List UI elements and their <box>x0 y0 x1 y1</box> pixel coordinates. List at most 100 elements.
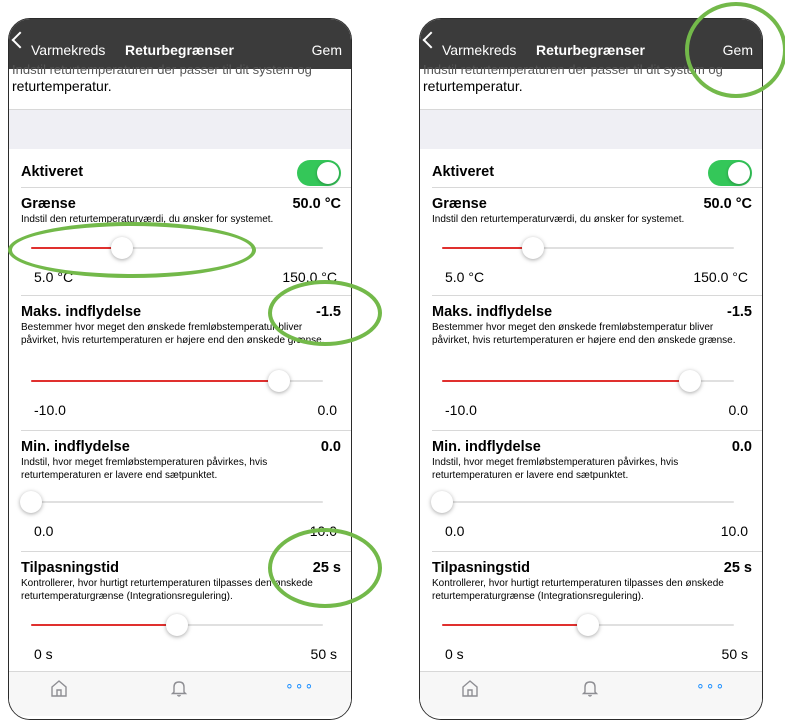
more-icon[interactable]: ∘∘∘ <box>696 677 725 694</box>
limit-max-label: 150.0 °C <box>693 269 748 285</box>
bell-icon[interactable] <box>169 678 189 703</box>
adapt-time-min-label: 0 s <box>34 646 53 662</box>
min-influence-title: Min. indflydelse <box>432 439 541 455</box>
adapt-time-slider[interactable] <box>31 614 323 636</box>
adapt-time-slider[interactable] <box>442 614 734 636</box>
slider-track <box>31 501 323 503</box>
min-influence-slider[interactable] <box>20 491 323 513</box>
settings-section: Aktiveret Grænse 50.0 °C Indstil den ret… <box>420 149 762 719</box>
adapt-time-title: Tilpasningstid <box>21 560 120 576</box>
slider-thumb[interactable] <box>110 237 133 259</box>
adapt-time-value: 25 s <box>723 560 752 576</box>
intro-clipped-text: Indstil returtemperaturen der passer til… <box>12 62 312 77</box>
slider-thumb[interactable] <box>431 491 453 513</box>
divider <box>21 295 351 296</box>
limit-title: Grænse <box>432 196 487 212</box>
max-influence-value: -1.5 <box>727 304 752 320</box>
max-influence-description: Bestemmer hvor meget den ønskede fremløb… <box>21 322 325 346</box>
limit-min-label: 5.0 °C <box>34 269 74 285</box>
intro-text-block: Indstil returtemperaturen der passer til… <box>420 62 762 109</box>
min-influence-description: Indstil, hvor meget fremløbstemperaturen… <box>21 457 268 481</box>
adapt-time-title: Tilpasningstid <box>432 560 531 576</box>
page-title: Returbegrænser <box>125 42 234 58</box>
max-influence-title: Maks. indflydelse <box>432 304 553 320</box>
home-icon[interactable] <box>460 678 480 703</box>
enabled-toggle[interactable] <box>297 160 341 186</box>
min-influence-value: 0.0 <box>320 439 341 455</box>
max-influence-min-label: -10.0 <box>445 402 477 418</box>
slider-thumb[interactable] <box>521 237 544 259</box>
min-influence-value: 0.0 <box>731 439 752 455</box>
intro-text-block: Indstil returtemperaturen der passer til… <box>9 62 351 109</box>
max-influence-description: Bestemmer hvor meget den ønskede fremløb… <box>432 322 736 346</box>
max-influence-max-label: 0.0 <box>728 402 748 418</box>
save-button[interactable]: Gem <box>723 42 753 58</box>
divider <box>432 295 762 296</box>
slider-fill <box>442 247 533 249</box>
min-influence-min-label: 0.0 <box>445 523 465 539</box>
intro-clipped-text: Indstil returtemperaturen der passer til… <box>423 62 723 77</box>
slider-thumb[interactable] <box>268 370 291 392</box>
adapt-time-max-label: 50 s <box>310 646 337 662</box>
toggle-knob <box>728 162 750 184</box>
chevron-left-icon[interactable] <box>422 31 440 49</box>
slider-fill <box>31 247 122 249</box>
intro-text: returtemperatur. <box>423 78 523 94</box>
slider-fill <box>442 624 588 626</box>
slider-track <box>442 501 734 503</box>
divider <box>432 551 762 552</box>
min-influence-min-label: 0.0 <box>34 523 54 539</box>
tab-bar: ∘∘∘ <box>420 671 762 716</box>
settings-section: Aktiveret Grænse 50.0 °C Indstil den ret… <box>9 149 351 719</box>
adapt-time-description: Kontrollerer, hvor hurtigt returtemperat… <box>432 578 724 602</box>
slider-fill <box>442 380 691 382</box>
limit-value: 50.0 °C <box>703 196 752 212</box>
slider-fill <box>31 624 177 626</box>
divider <box>21 187 351 188</box>
slider-thumb[interactable] <box>20 491 42 513</box>
divider <box>21 430 351 431</box>
max-influence-slider[interactable] <box>31 370 323 392</box>
min-influence-slider[interactable] <box>431 491 734 513</box>
max-influence-title: Maks. indflydelse <box>21 304 142 320</box>
limit-slider[interactable] <box>31 237 323 259</box>
slider-thumb[interactable] <box>166 614 188 636</box>
min-influence-description: Indstil, hvor meget fremløbstemperaturen… <box>432 457 679 481</box>
section-separator <box>420 109 762 150</box>
limit-description: Indstil den returtemperaturværdi, du øns… <box>432 214 685 225</box>
max-influence-max-label: 0.0 <box>317 402 337 418</box>
phone-screen-left: Varmekreds Returbegrænser Gem Indstil re… <box>8 18 352 720</box>
max-influence-value: -1.5 <box>316 304 341 320</box>
limit-slider[interactable] <box>442 237 734 259</box>
phone-screen-right: Varmekreds Returbegrænser Gem Indstil re… <box>419 18 763 720</box>
home-icon[interactable] <box>49 678 69 703</box>
min-influence-max-label: 10.0 <box>309 523 337 539</box>
limit-description: Indstil den returtemperaturværdi, du øns… <box>21 214 274 225</box>
slider-thumb[interactable] <box>679 370 702 392</box>
max-influence-slider[interactable] <box>442 370 734 392</box>
adapt-time-min-label: 0 s <box>445 646 464 662</box>
adapt-time-description: Kontrollerer, hvor hurtigt returtemperat… <box>21 578 313 602</box>
chevron-left-icon[interactable] <box>11 31 29 49</box>
enabled-label: Aktiveret <box>21 164 84 180</box>
min-influence-max-label: 10.0 <box>720 523 748 539</box>
save-button[interactable]: Gem <box>312 42 342 58</box>
enabled-label: Aktiveret <box>432 164 495 180</box>
adapt-time-max-label: 50 s <box>721 646 748 662</box>
back-button[interactable]: Varmekreds <box>442 42 516 58</box>
min-influence-title: Min. indflydelse <box>21 439 130 455</box>
limit-max-label: 150.0 °C <box>282 269 337 285</box>
divider <box>432 430 762 431</box>
intro-text: returtemperatur. <box>12 78 112 94</box>
divider <box>432 187 762 188</box>
limit-min-label: 5.0 °C <box>445 269 485 285</box>
limit-title: Grænse <box>21 196 76 212</box>
max-influence-min-label: -10.0 <box>34 402 66 418</box>
back-button[interactable]: Varmekreds <box>31 42 105 58</box>
tab-bar: ∘∘∘ <box>9 671 351 716</box>
adapt-time-value: 25 s <box>312 560 341 576</box>
enabled-toggle[interactable] <box>708 160 752 186</box>
bell-icon[interactable] <box>580 678 600 703</box>
slider-thumb[interactable] <box>577 614 599 636</box>
more-icon[interactable]: ∘∘∘ <box>285 677 314 694</box>
